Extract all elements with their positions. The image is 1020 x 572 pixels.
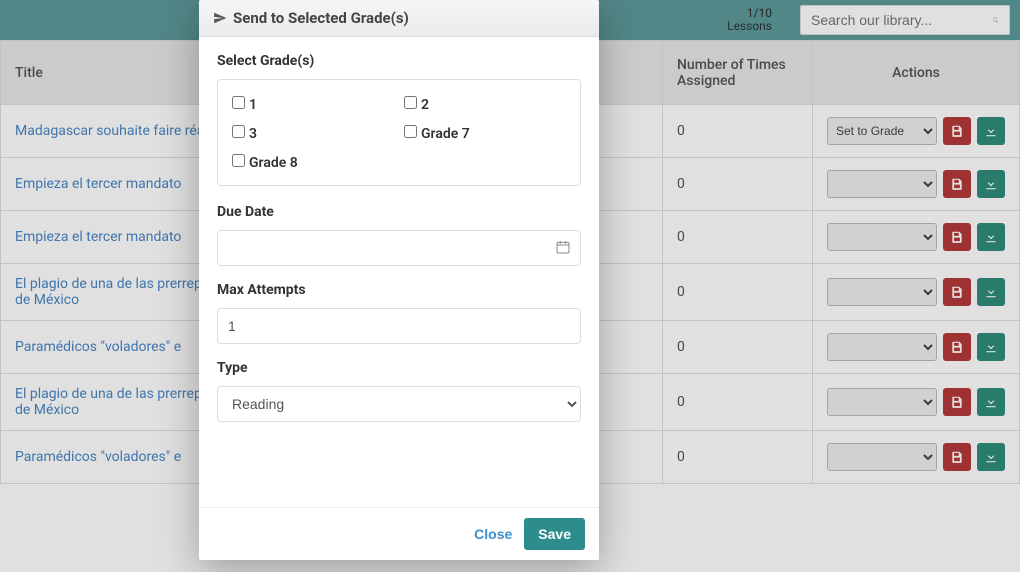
grade-checkbox[interactable] [404,125,417,138]
grade-option: Grade 8 [232,152,394,171]
grade-checkbox[interactable] [404,96,417,109]
grade-label: 1 [249,97,257,113]
due-date-input[interactable] [217,230,581,266]
grade-option: 1 [232,94,394,113]
type-select[interactable]: Reading [217,386,581,422]
grade-checkbox[interactable] [232,96,245,109]
grade-option: 2 [404,94,566,113]
due-date-label: Due Date [217,204,581,220]
grade-label: 2 [421,97,429,113]
max-attempts-input[interactable] [217,308,581,344]
grade-checkbox[interactable] [232,125,245,138]
grade-option: 3 [232,123,394,142]
grade-label: 3 [249,126,257,142]
grade-label: Grade 7 [421,126,470,142]
send-to-grades-modal: Send to Selected Grade(s) Select Grade(s… [199,0,599,560]
modal-title: Send to Selected Grade(s) [233,9,409,27]
grades-checkbox-group: 1 2 3 Grade 7 Grade 8 [217,79,581,186]
grade-label: Grade 8 [249,155,298,171]
modal-footer: Close Save [199,507,599,560]
calendar-icon[interactable] [555,239,571,255]
save-button[interactable]: Save [524,518,585,550]
close-button[interactable]: Close [474,526,512,542]
type-label: Type [217,360,581,376]
max-attempts-label: Max Attempts [217,282,581,298]
modal-body[interactable]: Select Grade(s) 1 2 3 Grade 7 Grade 8 Due Da… [199,37,599,507]
paper-plane-icon [213,11,227,25]
grade-checkbox[interactable] [232,154,245,167]
select-grades-label: Select Grade(s) [217,53,581,69]
modal-header: Send to Selected Grade(s) [199,0,599,37]
grade-option: Grade 7 [404,123,566,142]
